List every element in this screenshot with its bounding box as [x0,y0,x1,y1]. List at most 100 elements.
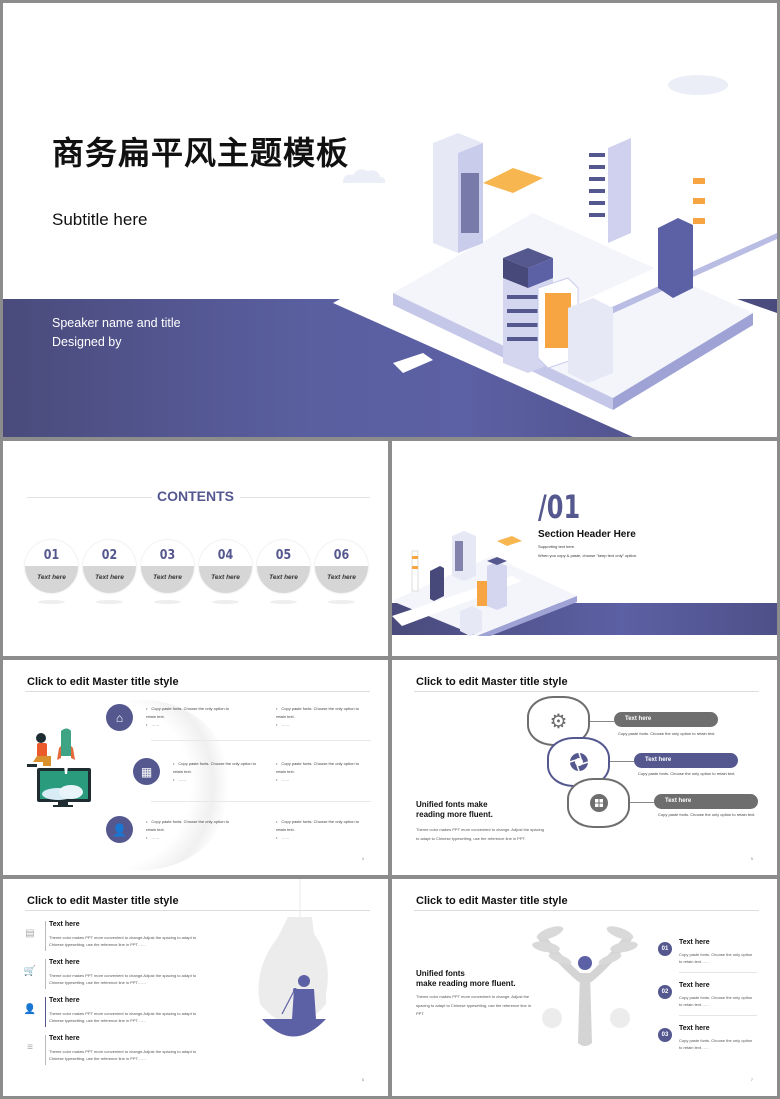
step-ring [567,778,630,828]
aperture-icon [569,752,588,772]
step-label: Text here [614,712,718,727]
bullet-block: Copy paste fonts. Choose the only option… [276,760,366,784]
page-number: 4 [361,856,364,861]
item-number-badge: 03 [658,1028,672,1042]
bullet-text: Copy paste fonts. Choose the only option… [276,705,366,721]
item-number-badge: 02 [658,985,672,999]
contents-item[interactable]: 06 Text here [315,540,368,593]
item-number: 06 [333,548,350,563]
heading-line: Unified fonts [416,969,465,978]
step-label: Text here [654,794,758,809]
bullet-text: …… [276,776,366,784]
shadow [38,600,65,604]
slide-process[interactable]: Click to edit Master title style ⚙ Text … [392,660,777,875]
item-body: Theme color makes PPT more convenient to… [49,1011,197,1023]
item-heading: Text here [679,1025,710,1032]
row-divider [151,801,371,802]
item-label: Text here [269,574,298,581]
item-label: Text here [327,574,356,581]
item-number: 01 [43,548,60,563]
item-body: Theme color makes PPT more convenient to… [49,973,197,985]
item-number-badge: 01 [658,942,672,956]
contents-item[interactable]: 03 Text here [141,540,194,593]
item-number: 03 [159,548,176,563]
accent-bar [45,959,46,989]
shadow [154,600,181,604]
slide-tree[interactable]: Click to edit Master title style Unified… [392,879,777,1096]
bullet-block: Copy paste fonts. Choose the only option… [276,818,366,842]
isometric-city-illustration [392,531,577,636]
presentation-title: 商务扁平风主题模板 [52,135,350,171]
slide-contents[interactable]: CONTENTS 01 Text here 02 Text here 03 Text … [3,441,388,656]
bullet-block: Copy paste fonts. Choose the only option… [173,760,263,784]
item-body: Theme color makes PPT more convenient to… [49,935,197,947]
step-description: Copy paste fonts. Choose the only option… [638,771,736,776]
building-icon: ▦ [133,758,160,785]
cart-icon: 🛒 [23,966,37,977]
bullet-text: …… [146,834,236,842]
slide-list[interactable]: Click to edit Master title style ▤ Text … [3,879,388,1096]
item-heading: Text here [49,959,80,966]
tree-person-illustration [532,926,638,1046]
speaker-name: Speaker name and title [52,316,181,330]
item-divider [679,972,757,973]
supporting-text: Supporting text here. [538,544,576,549]
contents-item[interactable]: 01 Text here [25,540,78,593]
item-heading: Text here [49,1035,80,1042]
bullet-text: Copy paste fonts. Choose the only option… [146,818,236,834]
title-rule [25,691,370,692]
title-rule [414,910,759,911]
heading-line: Unified fonts make [416,800,488,809]
accent-bar [45,921,46,951]
contents-item[interactable]: 04 Text here [199,540,252,593]
step-description: Copy paste fonts. Choose the only option… [658,812,756,817]
users-icon: 👤 [106,816,133,843]
accent-bar [45,997,46,1027]
highlight-heading: Unified fonts make reading more fluent. [416,800,493,820]
slide-section-header[interactable]: /01 Section Header Here Supporting text … [392,441,777,656]
slide-title: Click to edit Master title style [27,895,179,907]
bullet-text: Copy paste fonts. Choose the only option… [173,760,263,776]
user-settings-icon: 👤 [23,1004,37,1015]
bullet-text: …… [173,776,263,784]
bullet-text: …… [146,721,236,729]
item-label: Text here [95,574,124,581]
section-header: Section Header Here [538,529,636,540]
item-number: 05 [275,548,292,563]
item-divider [679,1015,757,1016]
isometric-city-illustration [333,75,777,437]
heading-line: make reading more fluent. [416,979,516,988]
bullet-block: Copy paste fonts. Choose the only option… [146,705,236,729]
contents-item[interactable]: 02 Text here [83,540,136,593]
item-heading: Text here [679,939,710,946]
bullet-block: Copy paste fonts. Choose the only option… [146,818,236,842]
rocket-launch-illustration [27,728,91,807]
accent-bar [45,1035,46,1065]
item-heading: Text here [49,997,80,1004]
bullet-text: Copy paste fonts. Choose the only option… [146,705,236,721]
gear-icon: ⚙ [549,710,568,733]
page-number: 6 [361,1077,364,1082]
slide-title: Click to edit Master title style [416,895,568,907]
bullet-block: Copy paste fonts. Choose the only option… [276,705,366,729]
slide-features[interactable]: Click to edit Master title style ⌂ ▦ 👤 C… [3,660,388,875]
designed-by: Designed by [52,335,122,349]
shadow [270,600,297,604]
page-number: 7 [750,1077,753,1082]
item-heading: Text here [49,921,80,928]
heading-line: reading more fluent. [416,810,493,819]
title-rule [414,691,759,692]
bullet-text: Copy paste fonts. Choose the only option… [276,760,366,776]
highlight-heading: Unified fonts make reading more fluent. [416,969,516,989]
shadow [212,600,239,604]
shadow [328,600,355,604]
slide-title[interactable]: 商务扁平风主题模板 Subtitle here Speaker name and… [3,3,777,437]
contents-item[interactable]: 05 Text here [257,540,310,593]
lightbulb-speaker-illustration [258,879,328,1037]
slide-title: Click to edit Master title style [416,676,568,688]
item-heading: Text here [679,982,710,989]
item-body: Copy paste fonts. Choose the only option… [679,1038,753,1050]
connector-arrow [590,721,614,722]
row-divider [151,740,371,741]
slide-title: Click to edit Master title style [27,676,179,688]
